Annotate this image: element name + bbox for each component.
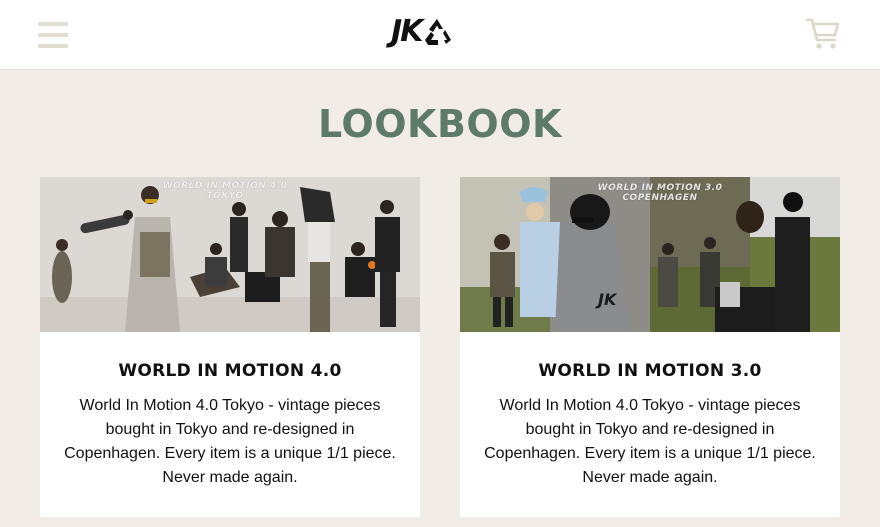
lookbook-card[interactable]: JK WORLD IN MOTION 3.0 COPENHAGEN WORLD … [460,177,840,517]
lookbook-card[interactable]: WORLD IN MOTION 4.0 TOKYO WORLD IN MOTIO… [40,177,420,517]
logo-text: JK [391,14,423,49]
image-caption-line: COPENHAGEN [622,193,698,203]
image-caption: WORLD IN MOTION 3.0 COPENHAGEN [585,183,735,203]
image-caption-line: WORLD IN MOTION 3.0 [597,183,723,193]
recycle-icon [425,19,452,45]
image-caption: WORLD IN MOTION 4.0 TOKYO [150,181,300,201]
card-title[interactable]: WORLD IN MOTION 4.0 [40,360,420,382]
card-title[interactable]: WORLD IN MOTION 3.0 [460,360,840,382]
menu-line [38,22,68,26]
card-description: World In Motion 4.0 Tokyo - vintage piec… [484,397,816,486]
lookbook-image-tokyo[interactable]: WORLD IN MOTION 4.0 TOKYO [40,177,420,332]
site-logo[interactable]: JK [391,16,452,48]
cart-graphic [805,18,840,49]
card-description: World In Motion 4.0 Tokyo - vintage piec… [64,397,396,486]
page-title: LOOKBOOK [318,102,562,146]
shopping-cart-icon[interactable] [805,16,841,52]
image-caption-line: TOKYO [206,191,244,201]
lookbook-image-copenhagen[interactable]: JK WORLD IN MOTION 3.0 COPENHAGEN [460,177,840,332]
site-header: JK [0,0,880,70]
hamburger-menu-icon[interactable] [38,22,68,48]
menu-line [38,44,68,48]
image-caption-line: WORLD IN MOTION 4.0 [162,181,288,191]
menu-line [38,33,68,37]
jacket-logo-text: JK [595,290,618,309]
